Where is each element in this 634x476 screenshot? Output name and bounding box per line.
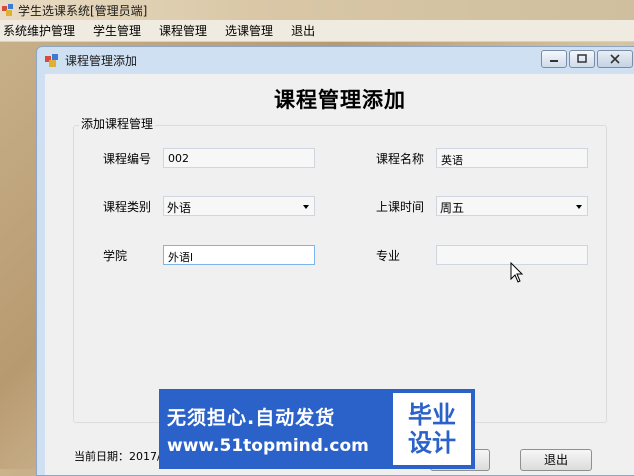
menu-exit[interactable]: 退出 xyxy=(282,22,324,39)
watermark-text: 无须担心.自动发货 www.51topmind.com xyxy=(159,389,393,469)
class-time-select[interactable]: 周五 xyxy=(436,196,588,216)
course-type-value: 外语 xyxy=(167,201,192,215)
watermark-line1: 无须担心.自动发货 xyxy=(167,406,336,429)
window-title: 课程管理添加 xyxy=(65,53,138,68)
chevron-down-icon xyxy=(303,205,309,209)
watermark-banner: 无须担心.自动发货 www.51topmind.com 毕业 设计 xyxy=(159,389,475,469)
course-name-input[interactable]: 英语 xyxy=(436,148,588,168)
watermark-badge: 毕业 设计 xyxy=(393,393,471,465)
app-titlebar: 学生选课系统[管理员端] xyxy=(0,0,634,20)
watermark-line2: www.51topmind.com xyxy=(167,435,369,456)
current-date-label: 当前日期：2017/ xyxy=(74,450,161,463)
page-title: 课程管理添加 xyxy=(274,88,406,112)
course-no-input[interactable]: 002 xyxy=(163,148,315,168)
course-type-select[interactable]: 外语 xyxy=(163,196,315,216)
mouse-pointer-icon xyxy=(510,262,524,283)
maximize-button[interactable] xyxy=(569,50,595,68)
class-time-label: 上课时间 xyxy=(376,200,425,214)
college-label: 学院 xyxy=(103,249,128,263)
form-icon xyxy=(45,54,58,67)
exit-button[interactable]: 退出 xyxy=(520,449,592,471)
college-input[interactable]: 外语l xyxy=(163,245,315,265)
app-menubar: 系统维护管理 学生管理 课程管理 选课管理 退出 xyxy=(0,20,634,42)
window-titlebar[interactable]: 课程管理添加 xyxy=(37,47,634,73)
app-icon xyxy=(2,4,13,16)
minimize-icon xyxy=(550,60,558,62)
app-title: 学生选课系统[管理员端] xyxy=(18,3,148,18)
course-type-label: 课程类别 xyxy=(103,200,152,214)
course-no-label: 课程编号 xyxy=(103,152,152,166)
watermark-badge-top: 毕业 xyxy=(408,401,456,429)
menu-student-management[interactable]: 学生管理 xyxy=(84,22,150,39)
minimize-button[interactable] xyxy=(541,50,567,68)
watermark-badge-bottom: 设计 xyxy=(408,429,456,457)
menu-system-maintenance[interactable]: 系统维护管理 xyxy=(0,22,84,39)
add-course-groupbox xyxy=(73,125,607,423)
menu-course-management[interactable]: 课程管理 xyxy=(150,22,216,39)
maximize-icon xyxy=(577,54,587,63)
course-name-label: 课程名称 xyxy=(376,152,425,166)
groupbox-label: 添加课程管理 xyxy=(79,115,156,132)
major-label: 专业 xyxy=(376,249,401,263)
window-controls xyxy=(539,50,633,68)
close-button[interactable] xyxy=(597,50,633,68)
menu-course-selection[interactable]: 选课管理 xyxy=(216,22,282,39)
class-time-value: 周五 xyxy=(440,201,465,215)
chevron-down-icon xyxy=(576,205,582,209)
close-icon xyxy=(610,54,620,64)
